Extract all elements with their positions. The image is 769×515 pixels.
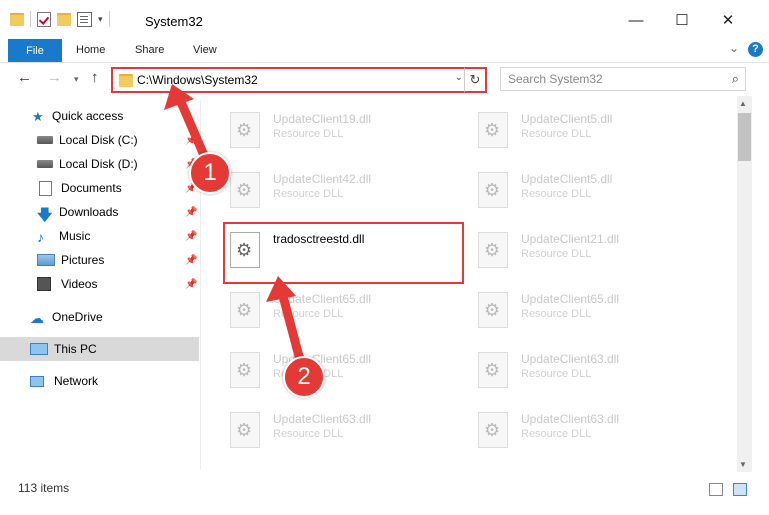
arrow-2	[266, 276, 305, 365]
step-2-badge: 2	[283, 356, 325, 398]
step-1-badge: 1	[189, 152, 231, 194]
arrow-1	[164, 84, 211, 165]
annotation-arrows	[164, 84, 305, 365]
